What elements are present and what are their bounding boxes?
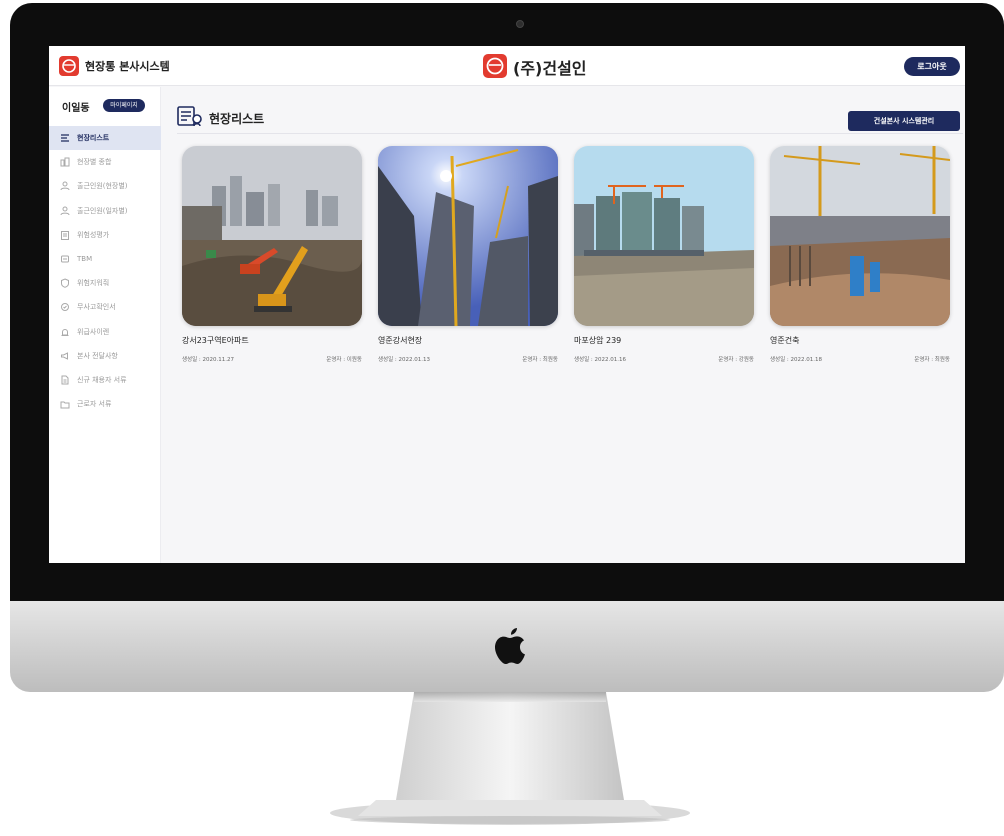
site-operator: 운영자 : 최원동 [522,357,558,363]
site-operator: 운영자 : 강원동 [718,357,754,363]
megaphone-icon [59,350,70,361]
sidebar-item-hazard[interactable]: 위험지워줘 [49,271,161,295]
sidebar-item-worker-docs[interactable]: 근로자 서류 [49,392,161,416]
app-logo-icon[interactable] [59,56,79,76]
page-title: 현장리스트 [209,112,265,126]
imac-mockup: 현장통 본사시스템 (주)건설인 로그아웃 이일동 마이페이지 현장리스트 현장… [0,0,1004,836]
site-operator: 운영자 : 최원동 [914,357,950,363]
folder-icon [59,399,70,410]
main-content: 현장리스트 건설본사 시스템관리 강서23구역E아파트 생성일: 2020.1… [162,87,965,563]
site-list-icon [177,106,202,127]
camera-icon [516,20,524,28]
sidebar-item-risk-assessment[interactable]: 위험성평가 [49,223,161,247]
brand-name: (주)건설인 [513,59,587,78]
sidebar-item-label: 현장별 종합 [77,158,112,167]
shield-icon [59,278,70,289]
sidebar-item-hq-notice[interactable]: 본사 전달사항 [49,344,161,368]
sidebar-item-label: 위험성평가 [77,230,110,239]
site-card[interactable]: 영준건축 생성일 : 2022.01.18 운영자 : 최원동 [770,146,950,376]
sidebar-item-site-list[interactable]: 현장리스트 [49,126,161,151]
app-title: 현장통 본사시스템 [85,60,170,73]
sidebar-item-label: TBM [77,255,93,264]
title-divider [177,133,963,134]
brand-logo-icon [483,54,507,78]
sidebar-item-label: 근로자 서류 [77,400,112,409]
logout-button[interactable]: 로그아웃 [904,57,960,76]
sidebar-item-no-accident[interactable]: 무사고확인서 [49,295,161,319]
monitor-stand [330,692,690,825]
sidebar-item-siren[interactable]: 위급사이렌 [49,320,161,344]
site-name: 영준건축 [770,336,800,345]
sidebar-item-label: 위급사이렌 [77,327,110,336]
hq-system-admin-button[interactable]: 건설본사 시스템관리 [848,111,960,131]
sidebar-item-label: 본사 전달사항 [77,351,118,360]
sidebar: 이일동 마이페이지 현장리스트 현장별 종합 출근인원(현장별) 출근인원(일자 [49,87,161,563]
siren-icon [59,326,70,337]
app-screen: 현장통 본사시스템 (주)건설인 로그아웃 이일동 마이페이지 현장리스트 현장… [49,46,965,563]
site-name: 영준강서현장 [378,336,423,345]
site-photo[interactable] [770,146,950,326]
clipboard-icon [59,229,70,240]
sidebar-menu: 현장리스트 현장별 종합 출근인원(현장별) 출근인원(일자별) 위험성평가 T… [49,126,161,416]
site-card[interactable]: 영준강서현장 생성일 : 2022.01.13 운영자 : 최원동 [378,146,558,376]
site-created-date: 생성일 : 2022.01.18 [770,357,823,363]
meeting-icon [59,254,70,265]
site-created-date: 생성일 : 2020.11.27 [182,357,235,363]
sidebar-item-attendance-site[interactable]: 출근인원(현장별) [49,174,161,198]
site-photo[interactable] [378,146,558,326]
user-name: 이일동 [62,103,90,114]
site-card[interactable]: 강서23구역E아파트 생성일 : 2020.11.27 운영자 : 이원동 [182,146,362,376]
site-photo[interactable] [182,146,362,326]
site-card-grid: 강서23구역E아파트 생성일 : 2020.11.27 운영자 : 이원동 영준… [182,146,962,376]
document-icon [59,302,70,313]
sidebar-item-attendance-date[interactable]: 출근인원(일자별) [49,199,161,223]
apple-logo-icon [495,628,525,664]
site-operator: 운영자 : 이원동 [326,357,362,363]
sidebar-item-new-hire-docs[interactable]: 신규 채용자 서류 [49,368,161,392]
sidebar-item-label: 출근인원(일자별) [77,206,128,215]
site-photo[interactable] [574,146,754,326]
worker-icon [59,181,70,192]
sidebar-item-label: 신규 채용자 서류 [77,375,127,384]
site-card[interactable]: 마포상암 239 생성일 : 2022.01.16 운영자 : 강원동 [574,146,754,376]
sidebar-item-label: 위험지워줘 [77,279,110,288]
sidebar-item-tbm[interactable]: TBM [49,247,161,271]
sidebar-item-label: 출근인원(현장별) [77,182,128,191]
sidebar-item-label: 무사고확인서 [77,303,116,312]
mypage-button[interactable]: 마이페이지 [103,99,145,112]
sidebar-item-label: 현장리스트 [77,134,110,143]
site-created-date: 생성일 : 2022.01.13 [378,357,431,363]
worker-icon [59,205,70,216]
top-bar: 현장통 본사시스템 (주)건설인 로그아웃 [49,46,965,86]
site-name: 강서23구역E아파트 [182,336,249,345]
site-created-date: 생성일 : 2022.01.16 [574,357,627,363]
sidebar-item-site-summary[interactable]: 현장별 종합 [49,150,161,174]
site-name: 마포상암 239 [574,336,622,345]
buildings-icon [59,157,70,168]
file-icon [59,374,70,385]
list-icon [59,133,70,144]
